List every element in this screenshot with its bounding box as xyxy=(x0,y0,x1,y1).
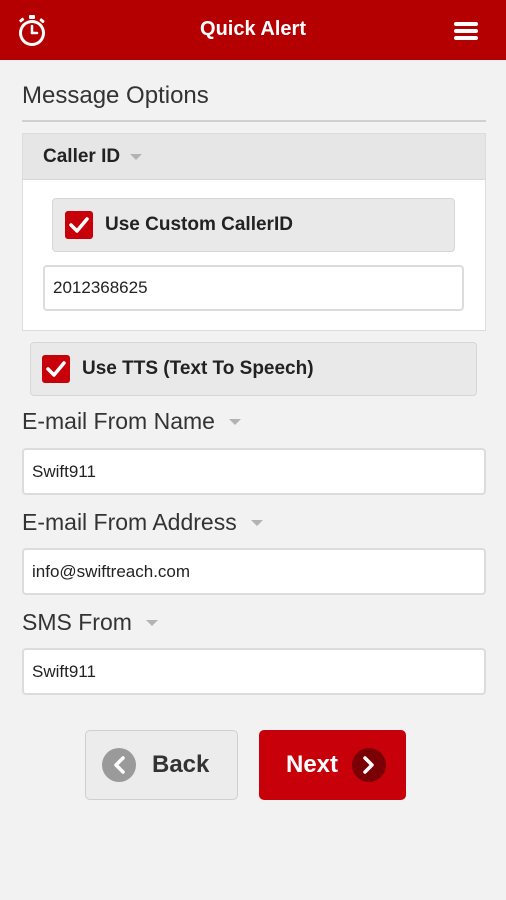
chevron-left-icon xyxy=(102,748,136,782)
email-from-name-input[interactable] xyxy=(22,448,486,495)
sms-from-label-text: SMS From xyxy=(22,609,132,635)
email-from-address-label[interactable]: E-mail From Address xyxy=(22,509,263,536)
back-button-label: Back xyxy=(152,751,210,778)
page-title: Message Options xyxy=(22,82,209,109)
tts-label: Use TTS (Text To Speech) xyxy=(82,358,314,379)
caller-id-label: Caller ID xyxy=(43,145,121,167)
header-title: Quick Alert xyxy=(200,18,306,40)
checkbox-checked-icon[interactable] xyxy=(42,355,70,383)
sms-from-label[interactable]: SMS From xyxy=(22,609,158,636)
hamburger-menu-icon[interactable] xyxy=(454,22,478,40)
custom-callerid-checkbox-card[interactable]: Use Custom CallerID xyxy=(52,198,455,252)
back-button[interactable]: Back xyxy=(85,730,238,800)
chevron-right-icon xyxy=(352,748,387,782)
sms-from-input[interactable] xyxy=(22,648,486,695)
checkbox-checked-icon[interactable] xyxy=(65,211,93,239)
custom-callerid-label: Use Custom CallerID xyxy=(105,214,293,235)
chevron-down-icon xyxy=(250,519,263,526)
tts-checkbox-card[interactable]: Use TTS (Text To Speech) xyxy=(30,342,477,396)
next-button-label: Next xyxy=(286,751,339,778)
next-button[interactable]: Next xyxy=(259,730,406,800)
email-from-name-label-text: E-mail From Name xyxy=(22,408,215,434)
caller-id-number-input[interactable] xyxy=(43,265,464,311)
chevron-down-icon xyxy=(145,619,158,626)
chevron-down-icon xyxy=(228,418,241,425)
email-from-address-label-text: E-mail From Address xyxy=(22,509,237,535)
email-from-name-label[interactable]: E-mail From Name xyxy=(22,408,241,435)
title-divider xyxy=(22,120,486,122)
app-header: Quick Alert xyxy=(0,0,506,60)
caller-id-panel-header[interactable]: Caller ID xyxy=(23,134,485,180)
email-from-address-input[interactable] xyxy=(22,548,486,595)
chevron-down-icon xyxy=(130,153,143,160)
